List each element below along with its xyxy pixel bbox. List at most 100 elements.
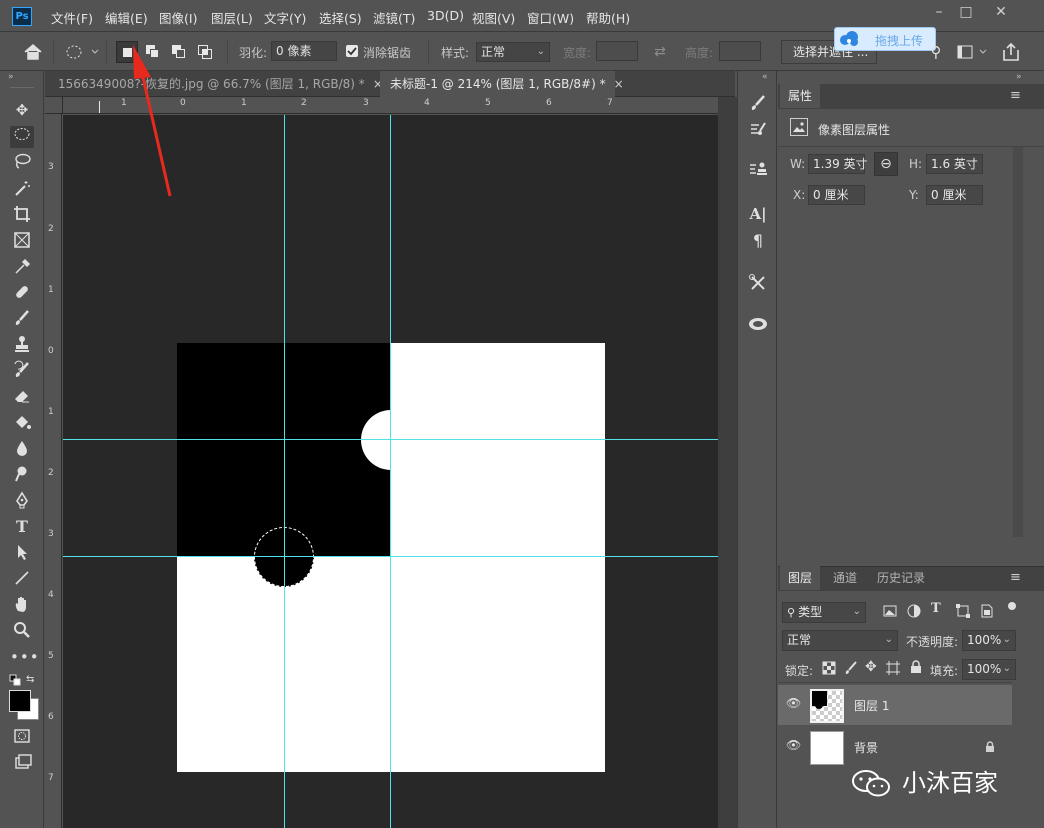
layer-x-input[interactable]: 0 厘米 bbox=[808, 185, 865, 205]
properties-scrollbar[interactable] bbox=[1013, 147, 1023, 537]
adjustment-filter-icon[interactable] bbox=[906, 603, 922, 619]
tab-history[interactable]: 历史记录 bbox=[869, 566, 933, 590]
menu-help[interactable]: 帮助(H) bbox=[586, 8, 630, 27]
default-colors-icon[interactable] bbox=[9, 674, 21, 686]
link-dimensions-icon[interactable]: ⊖ bbox=[874, 152, 898, 176]
brush-tool-icon[interactable] bbox=[10, 308, 34, 330]
more-tools-icon[interactable]: ••• bbox=[10, 646, 39, 668]
layer-filter-select[interactable]: ⚲ 类型 ⌄ bbox=[782, 602, 866, 623]
menu-3d[interactable]: 3D(D) bbox=[427, 8, 464, 23]
tab-layers[interactable]: 图层 bbox=[780, 566, 821, 590]
paint-bucket-tool-icon[interactable] bbox=[10, 412, 34, 434]
move-tool-icon[interactable]: ✥ bbox=[10, 99, 34, 121]
menu-image[interactable]: 图像(I) bbox=[159, 8, 197, 27]
minimize-button[interactable]: – bbox=[924, 2, 954, 24]
filter-toggle-icon[interactable] bbox=[1008, 602, 1016, 610]
dodge-tool-icon[interactable] bbox=[10, 464, 34, 486]
search-icon[interactable]: ⚲ bbox=[926, 42, 946, 62]
brush-settings-icon[interactable] bbox=[746, 93, 770, 115]
collapse-dock-icon[interactable]: » bbox=[1016, 72, 1022, 82]
layer-width-input[interactable]: 1.39 英寸 bbox=[808, 154, 868, 174]
visibility-eye-icon[interactable]: 👁 bbox=[786, 696, 801, 710]
horizontal-guide[interactable] bbox=[63, 439, 718, 440]
upload-badge[interactable]: 拖拽上传 bbox=[834, 27, 936, 51]
ruler-origin[interactable] bbox=[45, 97, 63, 114]
quick-mask-icon[interactable] bbox=[10, 727, 34, 749]
layers-scroll-gutter[interactable] bbox=[1012, 682, 1044, 828]
paragraph-panel-icon[interactable]: ¶ bbox=[746, 230, 770, 252]
lock-all-icon[interactable] bbox=[909, 660, 923, 674]
clone-source-icon[interactable] bbox=[746, 159, 770, 181]
visibility-eye-icon[interactable]: 👁 bbox=[786, 738, 801, 752]
eraser-tool-icon[interactable] bbox=[10, 386, 34, 408]
magic-wand-tool-icon[interactable] bbox=[10, 178, 34, 200]
layer-name[interactable]: 图层 1 bbox=[854, 697, 889, 714]
horizontal-guide[interactable] bbox=[63, 556, 718, 557]
lasso-tool-icon[interactable] bbox=[10, 152, 34, 174]
document-tab-untitled[interactable]: 未标题-1 @ 214% (图层 1, RGB/8#) * × bbox=[380, 71, 624, 97]
home-icon[interactable] bbox=[20, 41, 46, 63]
layer-row-layer1[interactable]: 👁 图层 1 bbox=[778, 685, 1012, 725]
layer-y-input[interactable]: 0 厘米 bbox=[926, 185, 983, 205]
panel-menu-icon[interactable]: ≡ bbox=[1010, 88, 1021, 103]
clone-stamp-tool-icon[interactable] bbox=[10, 334, 34, 356]
history-brush-tool-icon[interactable] bbox=[10, 360, 34, 382]
menu-edit[interactable]: 编辑(E) bbox=[105, 8, 148, 27]
feather-input[interactable]: 0 像素 bbox=[271, 41, 337, 61]
tool-presets-icon[interactable] bbox=[746, 273, 770, 295]
maximize-button[interactable]: □ bbox=[951, 2, 981, 24]
crop-tool-icon[interactable] bbox=[10, 204, 34, 226]
opacity-input[interactable]: 100% ⌄ bbox=[962, 630, 1016, 651]
vertical-guide[interactable] bbox=[284, 115, 285, 828]
lock-pixels-icon[interactable] bbox=[844, 661, 858, 675]
layer-height-input[interactable]: 1.6 英寸 bbox=[926, 154, 983, 174]
shape-filter-icon[interactable] bbox=[955, 603, 971, 619]
fill-input[interactable]: 100% ⌄ bbox=[962, 659, 1016, 680]
lock-transparent-icon[interactable] bbox=[822, 661, 836, 675]
lock-artboard-icon[interactable] bbox=[886, 661, 900, 675]
hand-tool-icon[interactable] bbox=[10, 594, 34, 616]
antialias-checkbox[interactable] bbox=[346, 45, 358, 57]
zoom-tool-icon[interactable] bbox=[10, 620, 34, 642]
pixel-filter-icon[interactable] bbox=[882, 603, 898, 619]
vertical-guide[interactable] bbox=[390, 115, 391, 828]
healing-brush-tool-icon[interactable] bbox=[10, 282, 34, 304]
style-select[interactable]: 正常 ⌄ bbox=[476, 42, 550, 62]
layer-row-background[interactable]: 👁 背景 bbox=[778, 727, 1012, 767]
menu-view[interactable]: 视图(V) bbox=[472, 8, 515, 27]
menu-type[interactable]: 文字(Y) bbox=[264, 8, 306, 27]
layer-name[interactable]: 背景 bbox=[854, 739, 878, 756]
document-canvas[interactable] bbox=[177, 343, 605, 772]
path-selection-tool-icon[interactable] bbox=[10, 542, 34, 564]
libraries-icon[interactable] bbox=[746, 314, 770, 336]
line-tool-icon[interactable] bbox=[10, 568, 34, 590]
type-filter-icon[interactable]: T bbox=[931, 601, 941, 616]
swap-colors-icon[interactable]: ⇆ bbox=[26, 674, 38, 686]
menu-file[interactable]: 文件(F) bbox=[51, 8, 93, 27]
frame-tool-icon[interactable] bbox=[10, 230, 34, 252]
type-tool-icon[interactable]: T bbox=[10, 516, 34, 538]
ellipse-marquee-tool-icon[interactable] bbox=[10, 126, 34, 148]
smart-object-filter-icon[interactable] bbox=[979, 603, 995, 619]
tab-properties[interactable]: 属性 bbox=[780, 84, 821, 108]
swap-width-height-icon[interactable]: ⇄ bbox=[651, 43, 669, 61]
workspace-switcher[interactable] bbox=[956, 43, 990, 61]
blend-mode-select[interactable]: 正常 ⌄ bbox=[782, 630, 898, 651]
character-panel-icon[interactable]: A| bbox=[746, 203, 770, 225]
menu-window[interactable]: 窗口(W) bbox=[527, 8, 574, 27]
vertical-ruler[interactable]: 3 2 1 0 1 2 3 4 5 6 7 bbox=[45, 114, 62, 828]
menu-layer[interactable]: 图层(L) bbox=[211, 8, 253, 27]
blur-tool-icon[interactable] bbox=[10, 438, 34, 460]
panel-menu-icon[interactable]: ≡ bbox=[1010, 570, 1021, 585]
tool-preset-picker[interactable] bbox=[62, 41, 102, 63]
lock-position-icon[interactable]: ✥ bbox=[865, 659, 877, 675]
tab-channels[interactable]: 通道 bbox=[825, 566, 865, 590]
document-tab-recovered[interactable]: 1566349008?-恢复的.jpg @ 66.7% (图层 1, RGB/8… bbox=[48, 71, 383, 97]
eyedropper-tool-icon[interactable] bbox=[10, 256, 34, 278]
collapse-toolbar-icon[interactable]: » bbox=[8, 72, 14, 82]
width-input[interactable] bbox=[596, 41, 638, 61]
collapse-strip-icon[interactable]: « bbox=[762, 72, 768, 82]
close-tab-icon[interactable]: × bbox=[614, 77, 624, 91]
intersect-selection-mode-button[interactable] bbox=[194, 41, 216, 63]
menu-select[interactable]: 选择(S) bbox=[319, 8, 362, 27]
